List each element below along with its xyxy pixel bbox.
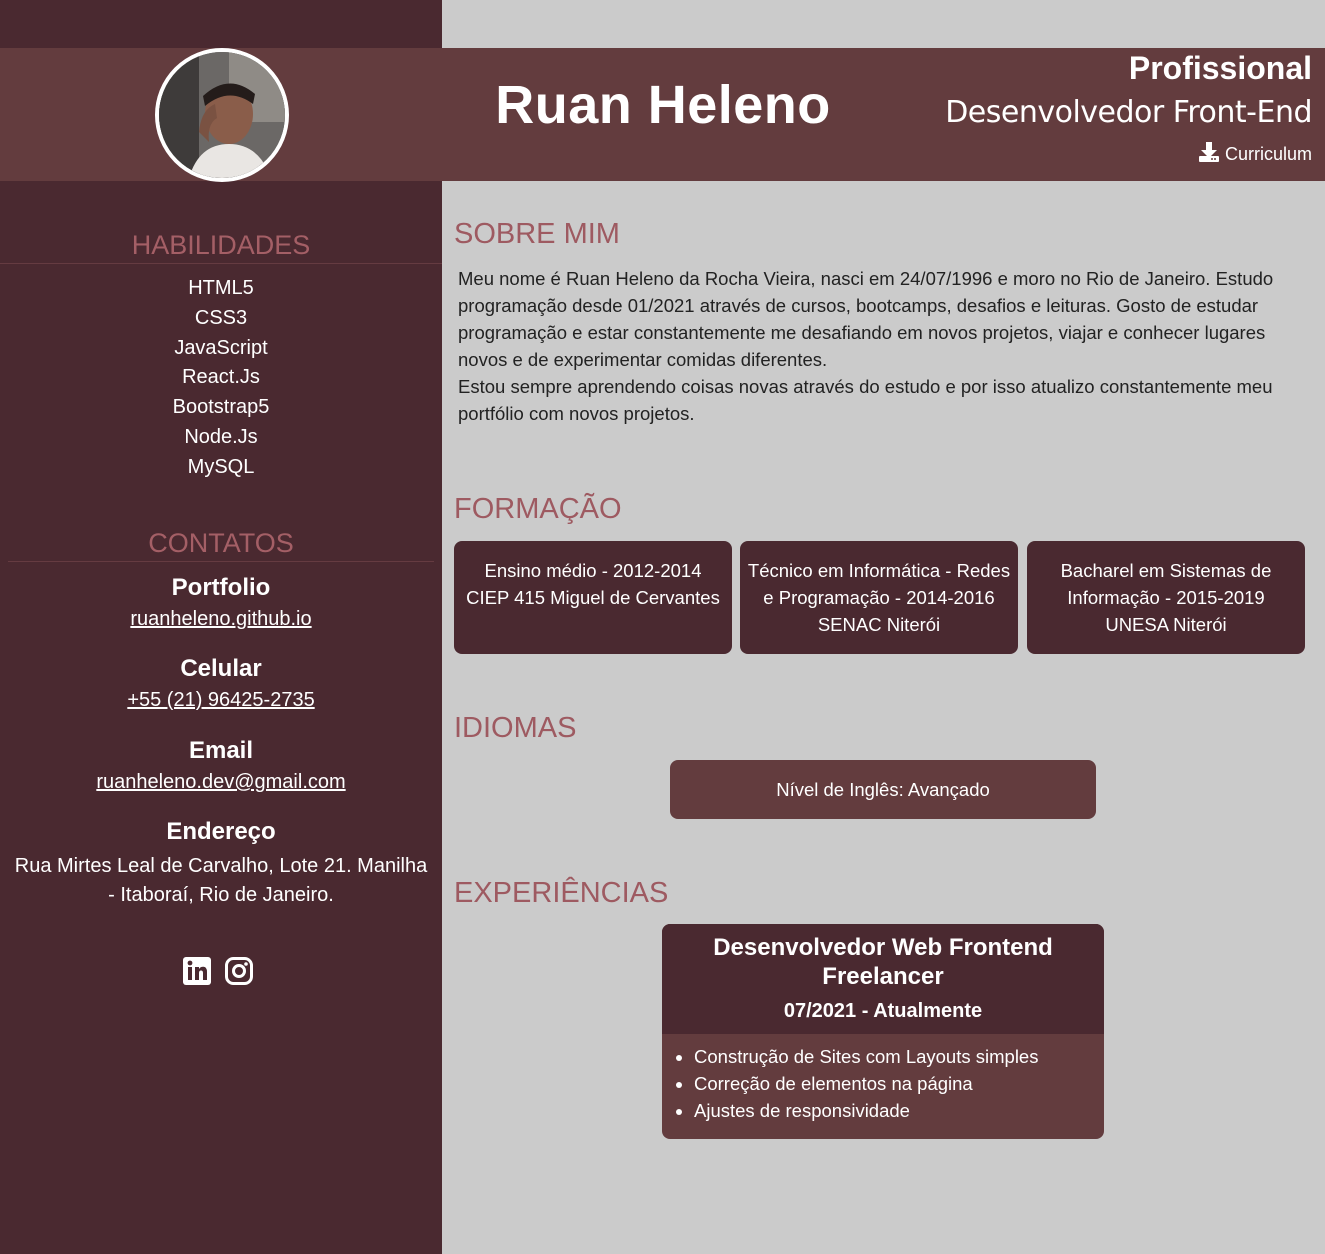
languages-heading: IDIOMAS	[454, 712, 577, 744]
contacts-divider	[8, 561, 434, 562]
phone-label: Celular	[180, 655, 262, 682]
education-line: e Programação - 2014-2016	[763, 587, 995, 608]
skills-heading: HABILIDADES	[131, 230, 311, 260]
experience-task: Construção de Sites com Layouts simples	[694, 1043, 1104, 1070]
header-title: Profissional	[1128, 50, 1312, 86]
skills-divider	[0, 263, 442, 264]
address-contact: Endereço Rua Mirtes Leal de Carvalho, Lo…	[0, 818, 442, 910]
skill-item: CSS3	[194, 306, 248, 329]
email-label: Email	[188, 737, 254, 764]
education-card: Técnico em Informática - Redes e Program…	[740, 541, 1018, 654]
skill-item: HTML5	[188, 277, 254, 299]
instagram-icon[interactable]	[224, 956, 254, 991]
experience-card: Desenvolvedor Web Frontend Freelancer 07…	[662, 924, 1104, 1139]
experience-card-header: Desenvolvedor Web Frontend Freelancer 07…	[662, 924, 1104, 1034]
contacts-heading: CONTATOS	[148, 528, 294, 558]
email-link[interactable]: ruanheleno.dev@gmail.com	[96, 771, 345, 794]
education-heading: FORMAÇÃO	[454, 493, 622, 525]
portfolio-link[interactable]: ruanheleno.github.io	[130, 608, 311, 631]
linkedin-icon[interactable]	[182, 956, 212, 991]
skills-list: HTML5 CSS3 JavaScript React.Js Bootstrap…	[0, 274, 442, 483]
skill-item: React.Js	[182, 366, 260, 389]
download-icon	[1198, 141, 1220, 168]
header-name: Ruan Heleno	[495, 75, 831, 135]
education-card: Ensino médio - 2012-2014 CIEP 415 Miguel…	[454, 541, 732, 654]
skill-item: Bootstrap5	[172, 396, 270, 419]
portfolio-contact: Portfolio ruanheleno.github.io	[0, 574, 442, 631]
curriculum-label: Curriculum	[1224, 144, 1312, 164]
about-heading: SOBRE MIM	[454, 218, 620, 250]
curriculum-download-link[interactable]: Curriculum	[1198, 141, 1312, 168]
education-line: Ensino médio - 2012-2014	[484, 560, 702, 581]
language-card: Nível de Inglês: Avançado	[670, 760, 1096, 819]
header-role: Desenvolvedor Front-End	[945, 95, 1312, 130]
social-links	[182, 956, 254, 991]
english-level: Nível de Inglês: Avançado	[776, 778, 990, 800]
education-line: Informação - 2015-2019	[1067, 587, 1265, 608]
experience-task-list: Construção de Sites com Layouts simples …	[662, 1034, 1104, 1124]
avatar	[155, 48, 289, 182]
experience-task: Ajustes de responsividade	[694, 1097, 1104, 1124]
experience-subtitle: Freelancer	[822, 963, 944, 990]
experience-title: Desenvolvedor Web Frontend	[713, 934, 1053, 961]
about-text: Meu nome é Ruan Heleno da Rocha Vieira, …	[458, 265, 1310, 427]
address-label: Endereço	[166, 818, 276, 845]
phone-link[interactable]: +55 (21) 96425-2735	[127, 689, 314, 712]
skill-item: MySQL	[187, 455, 255, 478]
phone-contact: Celular +55 (21) 96425-2735	[0, 655, 442, 712]
experience-heading: EXPERIÊNCIAS	[454, 877, 669, 909]
education-line: Bacharel em Sistemas de	[1060, 560, 1272, 581]
about-paragraph: Estou sempre aprendendo coisas novas atr…	[458, 376, 1273, 424]
address-text: Rua Mirtes Leal de Carvalho, Lote 21. Ma…	[14, 855, 428, 906]
skill-item: JavaScript	[174, 336, 268, 359]
email-contact: Email ruanheleno.dev@gmail.com	[0, 737, 442, 794]
education-line: SENAC Niterói	[817, 614, 941, 635]
skill-item: Node.Js	[184, 425, 258, 448]
experience-period: 07/2021 - Atualmente	[783, 1000, 983, 1022]
experience-task: Correção de elementos na página	[694, 1070, 1104, 1097]
about-paragraph: Meu nome é Ruan Heleno da Rocha Vieira, …	[458, 268, 1274, 370]
education-card: Bacharel em Sistemas de Informação - 201…	[1027, 541, 1305, 654]
education-line: Técnico em Informática - Redes	[747, 560, 1011, 581]
education-line: UNESA Niterói	[1105, 614, 1227, 635]
education-line: CIEP 415 Miguel de Cervantes	[466, 587, 720, 608]
portfolio-label: Portfolio	[171, 574, 271, 601]
